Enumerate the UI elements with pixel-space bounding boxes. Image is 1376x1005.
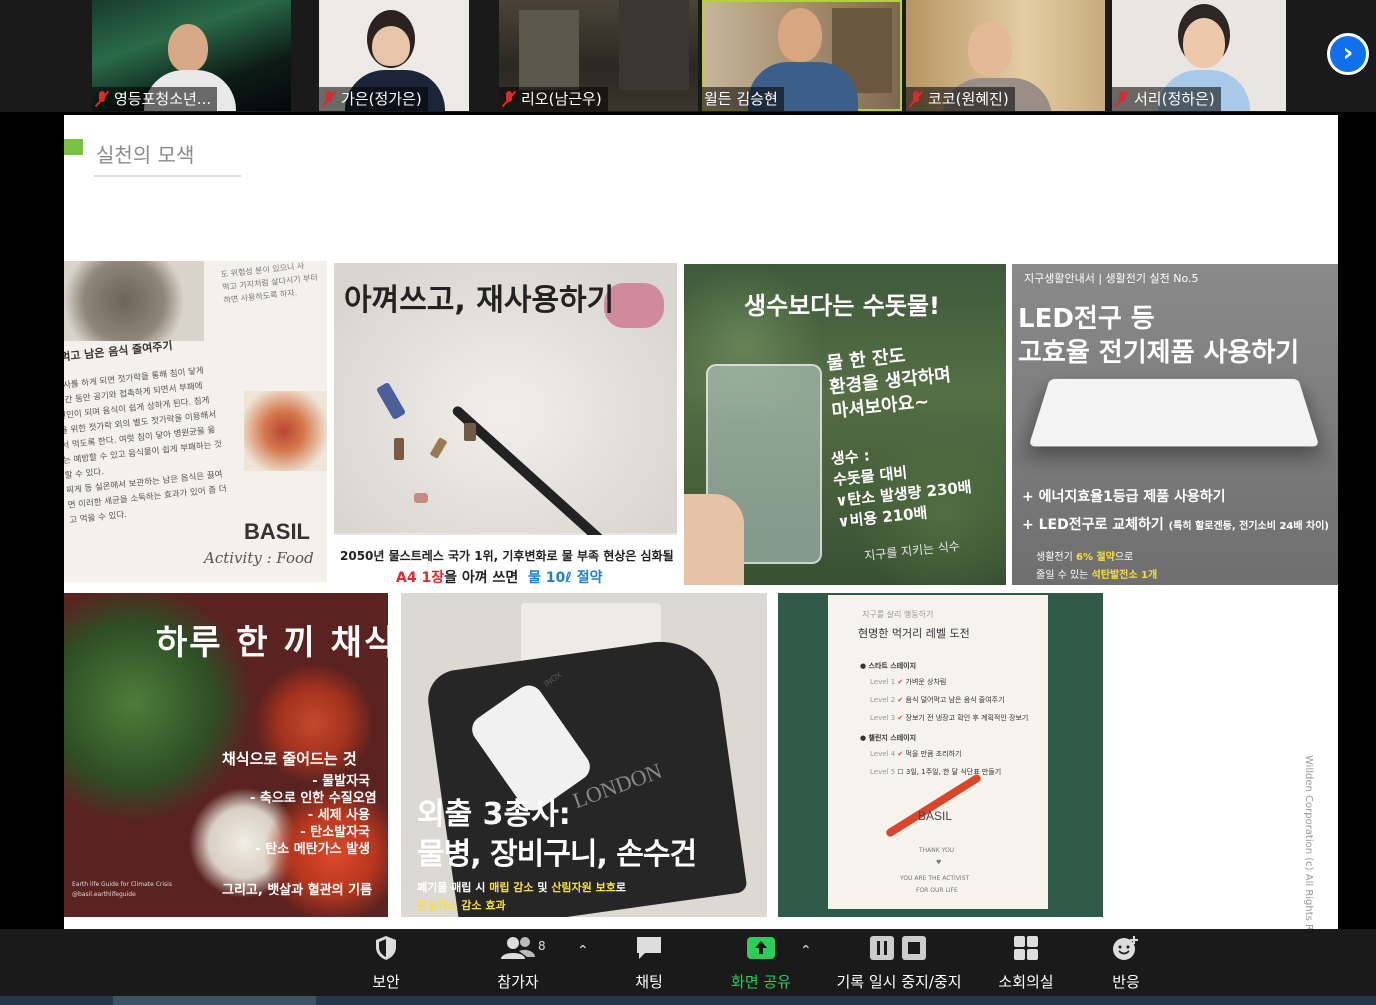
chat-button[interactable]: 채팅 xyxy=(622,935,676,992)
stage-start: ● 스타트 스테이지 xyxy=(860,662,917,670)
chat-icon xyxy=(637,937,661,959)
taskbar-progress-strip xyxy=(0,996,1376,1005)
participant-strip: 영등포청소년... 가은(정가은) 리오(남근우) 윌든 김승현 코코(원혜진) xyxy=(0,0,1376,112)
participant-name-label: 리오(남근우) xyxy=(499,87,608,111)
breakout-rooms-button[interactable]: 소회의실 xyxy=(994,935,1058,992)
participant-name-label: 윌든 김승현 xyxy=(702,87,784,111)
card-outing-kit: INOX LONDON 외출 3총사: 물병, 장비구니, 손수건 폐기물 매립… xyxy=(401,593,767,917)
participant-name-label: 가은(정가은) xyxy=(319,87,428,111)
copyright-text: Willden Corporation (c) All Rights Res xyxy=(1303,755,1314,929)
muted-mic-icon xyxy=(501,90,517,108)
muted-mic-icon xyxy=(321,90,337,108)
participant-tile[interactable]: 영등포청소년... xyxy=(92,0,291,111)
muted-mic-icon xyxy=(94,90,110,108)
shield-icon xyxy=(376,936,396,960)
security-button[interactable]: 보안 xyxy=(362,935,410,992)
slide-title: 실천의 모색 xyxy=(96,143,195,167)
participant-count: 8 xyxy=(538,939,546,953)
stage-challenge: ● 챌린지 스테이지 xyxy=(860,734,917,742)
muted-mic-icon xyxy=(1114,90,1130,108)
shared-screen-slide: 실천의 모색 도 위험성 분이 있으니 사 먹고 가지처럼 살다시기 부터 하면… xyxy=(64,115,1338,929)
pause-stop-icon xyxy=(870,936,926,960)
record-pause-stop-button[interactable]: 기록 일시 중지/중지 xyxy=(830,935,968,992)
participant-tile[interactable]: 서리(정하은) xyxy=(1112,0,1286,111)
zoom-meeting-window: 영등포청소년... 가은(정가은) 리오(남근우) 윌든 김승현 코코(원혜진) xyxy=(0,0,1376,1005)
participants-options-caret[interactable]: ⌃ xyxy=(577,943,589,959)
participant-tile[interactable]: 코코(원혜진) xyxy=(906,0,1105,111)
title-accent-bar xyxy=(64,139,83,155)
participant-tile-active-speaker[interactable]: 윌든 김승현 xyxy=(702,0,902,111)
grid-icon xyxy=(1014,936,1038,960)
participant-tile[interactable]: 가은(정가은) xyxy=(319,0,469,111)
participant-name-label: 코코(원혜진) xyxy=(906,87,1015,111)
participant-tile[interactable]: 리오(남근우) xyxy=(499,0,698,111)
title-underline xyxy=(94,175,241,177)
card-tap-water: 생수보다는 수돗물! 물 한 잔도 환경을 생각하며 마셔보아요~ 생수 : 수… xyxy=(684,264,1006,585)
share-screen-icon xyxy=(747,937,775,959)
next-participants-button[interactable]: › xyxy=(1327,33,1369,75)
progress-fill xyxy=(113,996,316,1005)
share-options-caret[interactable]: ⌃ xyxy=(800,943,812,959)
meeting-toolbar: 보안 8 참가자 ⌃ 채팅 화면 공유 ⌃ 기록 일시 중지/중지 소회의실 반… xyxy=(0,929,1376,1005)
participants-button[interactable]: 8 참가자 xyxy=(486,935,550,992)
people-icon xyxy=(501,937,535,959)
muted-mic-icon xyxy=(908,90,924,108)
share-screen-button[interactable]: 화면 공유 xyxy=(722,935,800,992)
participant-name-label: 서리(정하은) xyxy=(1112,87,1221,111)
emoji-plus-icon xyxy=(1113,936,1138,960)
card-vegetarian: 하루 한 끼 채식 채식으로 줄어드는 것 - 물발자국 - 축으로 인한 수질… xyxy=(64,593,388,917)
card-led: 지구생활안내서 | 생활전기 실천 No.5 LED전구 등 고효율 전기제품 … xyxy=(1012,264,1338,585)
card-food-leftovers: 도 위험성 분이 있으니 사 먹고 가지처럼 살다시기 부터 하면 사용하도록 … xyxy=(64,261,327,582)
participant-name-label: 영등포청소년... xyxy=(92,87,218,111)
card-reuse: 아껴쓰고, 재사용하기 2050년 물스트레스 국가 1위, 기후변화로 물 부… xyxy=(334,263,677,586)
card-food-level-challenge: 지구를 살리 행동하기 현명한 먹거리 레벨 도전 ● 스타트 스테이지 Lev… xyxy=(778,593,1103,917)
chevron-right-icon: › xyxy=(1342,38,1354,68)
reactions-button[interactable]: 반응 xyxy=(1104,935,1148,992)
